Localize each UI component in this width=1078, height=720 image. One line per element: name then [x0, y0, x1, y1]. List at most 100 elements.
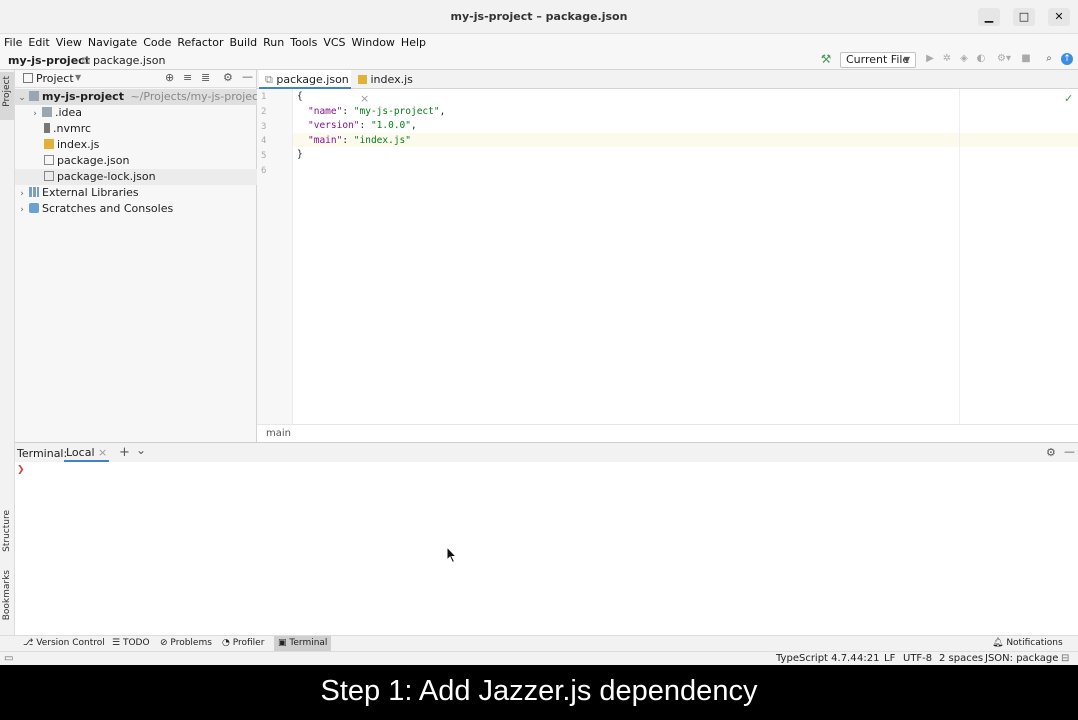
status-encoding[interactable]: UTF-8 — [903, 652, 932, 666]
status-bar: ▭ TypeScript 4.7.4 4:21 LF UTF-8 2 space… — [0, 651, 1078, 665]
layout-icon[interactable]: ▭ — [4, 652, 13, 666]
status-indent[interactable]: 2 spaces — [939, 652, 983, 666]
stop-icon[interactable]: ■ — [1020, 53, 1032, 65]
window-title: my-js-project – package.json — [450, 10, 628, 23]
project-tool-tab[interactable]: Project — [0, 72, 14, 120]
tree-item-index-js[interactable]: index.js — [15, 137, 257, 153]
close-tab-icon[interactable]: × — [360, 92, 369, 105]
search-icon[interactable]: ⌕ — [1043, 53, 1055, 65]
collapse-all-icon[interactable]: ≣ — [201, 71, 210, 84]
tree-item-label: .nvmrc — [53, 122, 92, 135]
build-hammer-icon[interactable]: ⚒ — [820, 53, 832, 65]
project-view-label[interactable]: Project — [36, 72, 74, 85]
editor-breadcrumb[interactable]: main — [266, 428, 291, 439]
chevron-down-icon[interactable]: ⌄ — [136, 443, 146, 457]
terminal-tab-local[interactable]: Local × — [64, 446, 110, 462]
menu-file[interactable]: File — [2, 34, 24, 51]
status-typescript[interactable]: TypeScript 4.7.4 — [776, 652, 857, 666]
left-tool-strip: Project Structure Bookmarks — [0, 70, 15, 635]
menu-window[interactable]: Window — [350, 34, 397, 51]
chevron-down-icon: ▼ — [903, 55, 910, 64]
expand-all-icon[interactable]: ≡ — [183, 71, 192, 84]
mouse-cursor-icon — [446, 546, 458, 564]
menu-tools[interactable]: Tools — [288, 34, 319, 51]
menu-run[interactable]: Run — [261, 34, 286, 51]
menu-navigate[interactable]: Navigate — [86, 34, 139, 51]
lock-icon[interactable]: ⊟ — [1061, 652, 1069, 666]
json-file-icon — [44, 155, 54, 165]
tool-version-control[interactable]: ⎇ Version Control — [19, 636, 109, 651]
tree-item-nvmrc[interactable]: .nvmrc — [15, 121, 257, 137]
tab-package-json[interactable]: ⧉ package.json × — [259, 70, 351, 105]
hide-panel-icon[interactable]: — — [242, 70, 253, 83]
profile-icon[interactable]: ◐ — [975, 53, 987, 65]
list-icon: ☰ — [112, 638, 121, 648]
tab-index-js[interactable]: index.js × — [352, 70, 418, 105]
json-value: "1.0.0" — [370, 120, 411, 131]
gear-icon[interactable]: ⚙ — [223, 71, 233, 84]
minimize-button[interactable]: ▁ — [978, 8, 1000, 26]
navigation-bar: my-js-project ⧉ package.json ⚒ Current F… — [0, 51, 1078, 70]
locate-icon[interactable]: ⊕ — [165, 71, 174, 84]
javascript-file-icon — [358, 75, 367, 84]
close-tab-icon[interactable]: × — [98, 446, 107, 459]
tool-problems[interactable]: ⊘ Problems — [156, 636, 216, 651]
problems-icon: ⊘ — [160, 638, 168, 648]
run-icon[interactable]: ▶ — [924, 53, 936, 65]
menu-build[interactable]: Build — [228, 34, 260, 51]
bottom-tool-bar: ⎇ Version Control ☰ TODO ⊘ Problems ◔ Pr… — [0, 635, 1078, 651]
update-icon[interactable]: ↑ — [1061, 53, 1073, 65]
close-button[interactable]: ✕ — [1048, 8, 1070, 26]
tree-root[interactable]: ⌄ my-js-project ~/Projects/my-js-project — [15, 89, 262, 105]
tool-label: TODO — [122, 638, 150, 648]
menu-code[interactable]: Code — [141, 34, 173, 51]
video-caption: Step 1: Add Jazzer.js dependency — [0, 665, 1078, 720]
status-line-separator[interactable]: LF — [884, 652, 895, 666]
project-tool-label: Project — [2, 76, 12, 107]
status-json-schema[interactable]: JSON: package — [985, 652, 1058, 666]
tree-item-external-libraries[interactable]: › External Libraries — [15, 185, 257, 201]
tool-terminal[interactable]: ▣ Terminal — [274, 636, 332, 651]
tool-profiler[interactable]: ◔ Profiler — [218, 636, 268, 651]
notifications-button[interactable]: 🔔︎ Notifications — [988, 636, 1067, 651]
code-line-3[interactable]: "version": "1.0.0", — [308, 120, 417, 131]
bookmarks-tool-label[interactable]: Bookmarks — [2, 570, 12, 620]
status-caret-position[interactable]: 4:21 — [857, 652, 879, 666]
editor: ⧉ package.json × index.js × 1 2 3 4 5 6 … — [257, 70, 1078, 442]
breadcrumb-file[interactable]: package.json — [93, 54, 165, 67]
tree-item-package-json[interactable]: package.json — [15, 153, 257, 169]
code-line-4[interactable]: "main": "index.js" — [308, 135, 411, 146]
structure-tool-label[interactable]: Structure — [2, 510, 12, 552]
tree-root-path: ~/Projects/my-js-project — [130, 90, 263, 103]
more-run-icon[interactable]: ⚙▾ — [993, 53, 1015, 65]
menu-bar: File Edit View Navigate Code Refactor Build Run… — [0, 34, 1078, 51]
add-terminal-icon[interactable]: + — [119, 445, 130, 460]
hide-panel-icon[interactable]: — — [1064, 445, 1075, 458]
tree-item-idea[interactable]: › .idea — [15, 105, 257, 121]
run-config-dropdown[interactable]: Current File ▼ — [840, 52, 916, 68]
coverage-icon[interactable]: ◈ — [958, 53, 970, 65]
code-line-2[interactable]: "name": "my-js-project", — [308, 106, 445, 117]
menu-refactor[interactable]: Refactor — [175, 34, 225, 51]
chevron-right-icon: › — [20, 205, 24, 215]
tool-todo[interactable]: ☰ TODO — [108, 636, 154, 651]
line-number: 4 — [261, 136, 267, 146]
menu-vcs[interactable]: VCS — [321, 34, 347, 51]
gear-icon[interactable]: ⚙ — [1046, 446, 1056, 459]
tree-item-scratches[interactable]: › Scratches and Consoles — [15, 201, 257, 217]
folder-icon — [42, 107, 52, 117]
code-line-5[interactable]: } — [297, 149, 303, 160]
menu-view[interactable]: View — [54, 34, 84, 51]
chevron-down-icon[interactable]: ▼ — [75, 73, 81, 82]
debug-icon[interactable]: ✲ — [941, 53, 953, 65]
code-line-1[interactable]: { — [297, 91, 303, 102]
json-value: "index.js" — [353, 135, 411, 146]
menu-help[interactable]: Help — [399, 34, 428, 51]
tree-item-package-lock[interactable]: package-lock.json — [15, 169, 257, 185]
menu-edit[interactable]: Edit — [26, 34, 51, 51]
run-config-label: Current File — [846, 53, 910, 66]
maximize-button[interactable]: □ — [1013, 8, 1035, 26]
terminal-output[interactable] — [17, 479, 1075, 634]
json-key: "name" — [308, 106, 343, 117]
breadcrumb-project[interactable]: my-js-project — [8, 54, 90, 67]
